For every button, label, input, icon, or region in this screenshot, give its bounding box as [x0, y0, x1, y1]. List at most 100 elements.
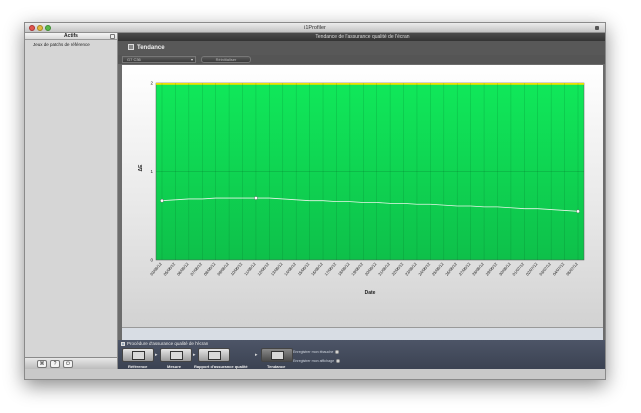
x-tick-label: 30/06/12 — [498, 261, 512, 277]
save-draft-link[interactable]: Enregistrer mon ébauche — [293, 350, 340, 355]
x-axis-label: Date — [365, 290, 376, 296]
y-tick-label: 2 — [150, 81, 153, 86]
x-tick-label: 15/06/12 — [297, 261, 311, 277]
reference-target-icon — [132, 351, 145, 360]
collapse-workflow-icon[interactable] — [121, 341, 125, 346]
arrow-right-icon: ▸ — [255, 352, 258, 358]
main-panel: Tendance de l'assurance qualité de l'écr… — [118, 33, 605, 369]
x-tick-label: 26/06/12 — [444, 261, 458, 277]
dataset-select-value: G7 C36 — [127, 57, 141, 62]
close-window-button[interactable] — [29, 25, 35, 31]
x-tick-label: 06/06/12 — [176, 261, 190, 277]
x-tick-label: 14/06/12 — [283, 261, 297, 277]
x-tick-label: 07/06/12 — [189, 261, 203, 277]
workflow-step-label: Référence — [128, 364, 148, 369]
x-tick-label: 02/07/12 — [525, 261, 539, 277]
sidebar-header-label: Actifs — [64, 33, 78, 39]
y-axis-label: ΔE — [138, 164, 144, 172]
trend-chart-svg: 0 1 2 03/06/12 05/06/12 06/06/12 07/06/12 08/0… — [138, 81, 585, 296]
main-subtitle: Tendance de l'assurance qualité de l'écr… — [118, 33, 605, 41]
sidebar-item-reference-patch-sets[interactable]: Jeux de patchs de référence — [25, 40, 117, 49]
workflow-step-label: Rapport d'assurance qualité — [194, 364, 248, 369]
sidebar-item-label: Jeux de patchs de référence — [33, 42, 90, 47]
workflow-step-reference[interactable] — [122, 348, 154, 362]
x-tick-label: 13/06/12 — [270, 261, 284, 277]
reset-button[interactable]: Réinitialiser — [201, 56, 251, 63]
toolbar-toggle-button[interactable] — [595, 26, 599, 30]
chevron-down-icon: ▾ — [190, 57, 193, 62]
help-button[interactable]: ? — [50, 360, 60, 368]
arrow-right-icon: ▸ — [193, 352, 196, 358]
y-tick-label: 1 — [150, 169, 153, 174]
workflow-step-qa-report[interactable] — [198, 348, 230, 362]
y-axis-ticks: 0 1 2 — [150, 81, 153, 263]
trend-chart-icon — [271, 351, 284, 360]
x-tick-label: 05/07/12 — [565, 261, 579, 277]
workflow-step-label: Tendance — [267, 364, 286, 369]
x-axis-ticks: 03/06/12 05/06/12 06/06/12 07/06/12 08/06/12… — [149, 261, 579, 277]
x-tick-label: 11/06/12 — [243, 261, 257, 277]
panel-title: Tendance — [137, 45, 165, 51]
workflow-title-label: Procédure d'assurance qualité de l'écran — [127, 341, 209, 346]
trend-panel-icon — [128, 44, 134, 51]
data-point[interactable] — [160, 198, 164, 203]
save-display-link[interactable]: Enregistrer mon affichage — [293, 359, 341, 364]
save-draft-label: Enregistrer mon ébauche — [293, 350, 334, 354]
x-tick-label: 27/06/12 — [458, 261, 472, 277]
x-tick-label: 28/06/12 — [471, 261, 485, 277]
sidebar: Actifs Jeux de patchs de référence ⌘ ? ⏻ — [25, 33, 118, 369]
sidebar-header: Actifs — [25, 33, 117, 40]
x-tick-label: 09/06/12 — [216, 261, 230, 277]
workflow-step-measure[interactable] — [160, 348, 192, 362]
save-display-label: Enregistrer mon affichage — [293, 359, 335, 363]
power-icon: ⏻ — [66, 361, 70, 367]
qa-report-icon — [208, 351, 221, 360]
x-tick-label: 18/06/12 — [337, 261, 351, 277]
trend-chart: 0 1 2 03/06/12 05/06/12 06/06/12 07/06/12 08/0… — [122, 65, 603, 327]
dataset-select[interactable]: G7 C36 ▾ — [122, 56, 196, 63]
x-tick-label: 03/06/12 — [149, 261, 163, 277]
threshold-band — [156, 83, 584, 85]
x-tick-label: 08/06/12 — [203, 261, 217, 277]
window-title: i1Profiler — [304, 25, 326, 31]
workflow-title: Procédure d'assurance qualité de l'écran — [121, 341, 208, 346]
x-tick-label: 19/06/12 — [350, 261, 364, 277]
help-icon: ? — [53, 361, 57, 367]
x-tick-label: 17/06/12 — [323, 261, 337, 277]
data-point[interactable] — [576, 209, 580, 214]
settings-button[interactable]: ⌘ — [37, 360, 47, 368]
app-window: i1Profiler Actifs Jeux de patchs de réfé… — [24, 22, 606, 380]
display-measure-icon — [170, 351, 183, 360]
data-point[interactable] — [254, 196, 258, 200]
chart-toolbar: G7 C36 ▾ Réinitialiser — [118, 55, 605, 64]
x-tick-label: 23/06/12 — [404, 261, 418, 277]
go-arrow-icon — [335, 350, 340, 355]
x-tick-label: 24/06/12 — [417, 261, 431, 277]
go-arrow-icon — [336, 359, 341, 364]
x-tick-label: 29/06/12 — [484, 261, 498, 277]
x-tick-label: 25/06/12 — [431, 261, 445, 277]
x-tick-label: 03/07/12 — [538, 261, 552, 277]
x-tick-label: 16/06/12 — [310, 261, 324, 277]
x-tick-label: 04/07/12 — [552, 261, 566, 277]
minimize-window-button[interactable] — [37, 25, 43, 31]
workflow-bar: Procédure d'assurance qualité de l'écran… — [118, 340, 605, 369]
title-bar: i1Profiler — [25, 23, 605, 33]
panel-header: Tendance — [118, 41, 605, 55]
x-tick-label: 22/06/12 — [390, 261, 404, 277]
workflow-step-trend[interactable] — [261, 348, 293, 362]
command-icon: ⌘ — [39, 361, 45, 367]
arrow-right-icon: ▸ — [155, 352, 158, 358]
sidebar-options-button[interactable] — [110, 34, 115, 39]
workflow-step-label: Mesure — [167, 364, 182, 369]
x-tick-label: 20/06/12 — [364, 261, 378, 277]
x-tick-label: 05/06/12 — [162, 261, 176, 277]
y-tick-label: 0 — [150, 258, 153, 263]
x-tick-label: 01/07/12 — [511, 261, 525, 277]
x-tick-label: 10/06/12 — [229, 261, 243, 277]
sidebar-footer: ⌘ ? ⏻ — [25, 357, 117, 369]
zoom-window-button[interactable] — [45, 25, 51, 31]
power-button[interactable]: ⏻ — [63, 360, 73, 368]
x-tick-label: 21/06/12 — [377, 261, 391, 277]
x-tick-label: 12/06/12 — [256, 261, 270, 277]
